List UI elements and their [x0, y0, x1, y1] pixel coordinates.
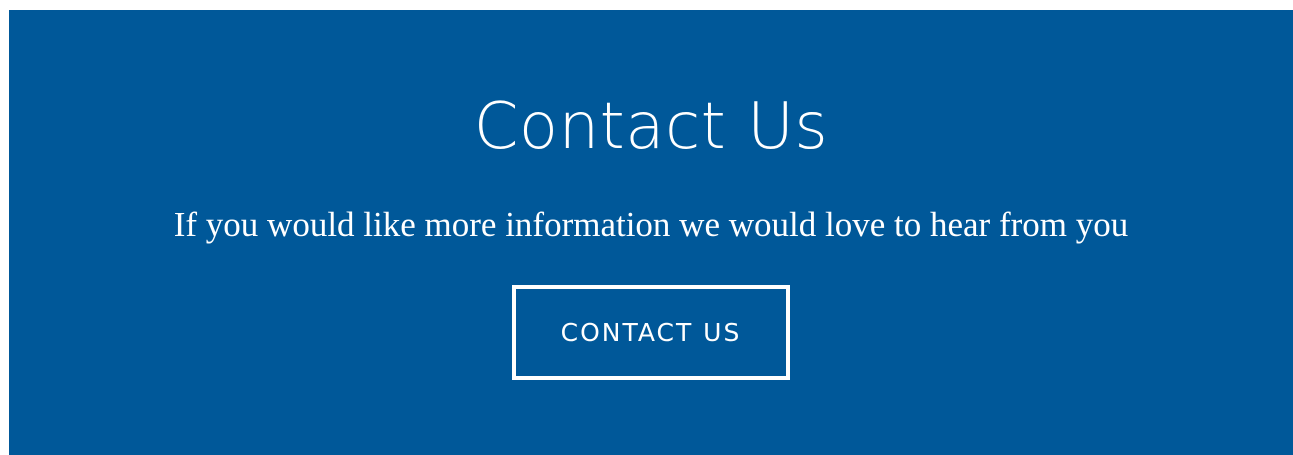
- section-title: Contact Us: [473, 90, 829, 164]
- contact-banner: Contact Us If you would like more inform…: [9, 10, 1293, 455]
- contact-us-button[interactable]: CONTACT US: [512, 285, 790, 380]
- section-subtitle: If you would like more information we wo…: [173, 205, 1129, 244]
